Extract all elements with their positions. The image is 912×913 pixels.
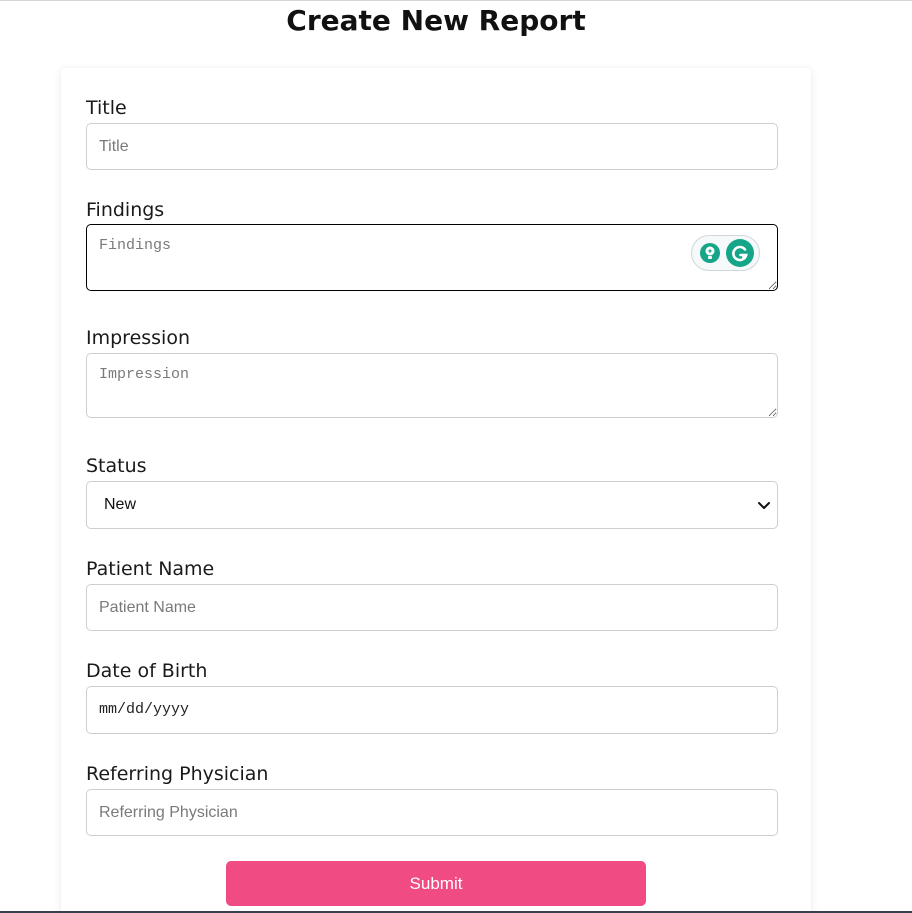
patient-name-label: Patient Name — [86, 558, 215, 580]
status-label: Status — [86, 455, 147, 477]
page-title: Create New Report — [286, 4, 586, 37]
title-input[interactable] — [86, 123, 778, 170]
title-label: Title — [86, 97, 127, 119]
status-select[interactable]: New — [86, 481, 778, 529]
date-of-birth-input[interactable]: mm/dd/yyyy — [86, 686, 778, 734]
grammarly-widget[interactable] — [691, 235, 760, 271]
date-of-birth-label: Date of Birth — [86, 660, 208, 682]
findings-textarea[interactable] — [86, 224, 778, 291]
impression-textarea[interactable] — [86, 353, 778, 418]
submit-button[interactable]: Submit — [226, 861, 646, 906]
top-border — [0, 0, 912, 1]
lightbulb-icon[interactable] — [700, 243, 720, 263]
grammarly-g-icon[interactable] — [726, 239, 754, 267]
chevron-down-icon — [757, 498, 771, 512]
patient-name-input[interactable] — [86, 584, 778, 631]
referring-physician-label: Referring Physician — [86, 763, 269, 785]
impression-label: Impression — [86, 327, 190, 349]
referring-physician-input[interactable] — [86, 789, 778, 836]
findings-label: Findings — [86, 199, 165, 221]
status-selected-value: New — [104, 496, 137, 513]
